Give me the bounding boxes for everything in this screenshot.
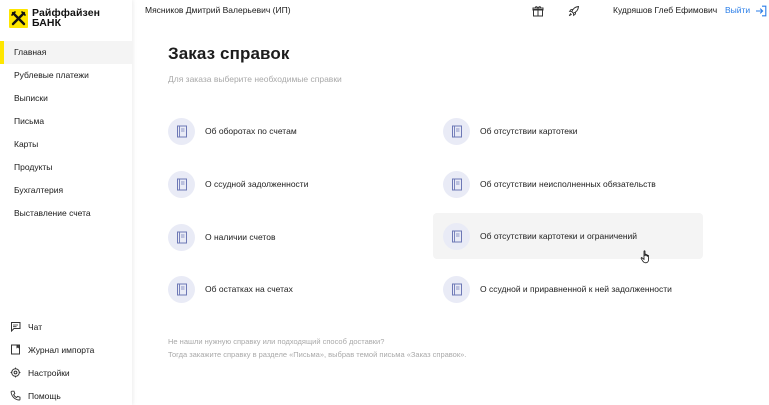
bottom-nav: Чат Журнал импорта Настройки Помощь [0, 315, 132, 405]
sidebar-item-settings[interactable]: Настройки [0, 361, 132, 384]
certificate-turnover[interactable]: Об оборотах по счетам [168, 109, 418, 153]
user-name[interactable]: Кудряшов Глеб Ефимович [613, 5, 717, 15]
document-icon [443, 117, 470, 145]
sidebar-item-statements[interactable]: Выписки [0, 87, 132, 110]
sidebar-item-import-log[interactable]: Журнал импорта [0, 338, 132, 361]
sidebar-item-ruble-payments[interactable]: Рублевые платежи [0, 64, 132, 87]
sidebar-item-help[interactable]: Помощь [0, 384, 132, 405]
sidebar-item-label: Чат [28, 321, 43, 332]
certificate-label: Об отсутствии картотеки [480, 126, 578, 136]
page-title: Заказ справок [168, 44, 290, 63]
document-icon [168, 275, 195, 303]
gift-icon[interactable] [532, 4, 544, 17]
logout-link[interactable]: Выйти [725, 5, 750, 15]
bank-name-line2: БАНК [32, 17, 62, 29]
hand-cursor-icon [640, 250, 649, 264]
logout-icon[interactable] [755, 4, 767, 17]
certificate-label: О наличии счетов [205, 232, 276, 242]
import-log-icon [9, 344, 21, 356]
sidebar-item-accounting[interactable]: Бухгалтерия [0, 179, 132, 202]
certificate-no-card-file[interactable]: Об отсутствии картотеки [443, 109, 703, 153]
main-nav: Главная Рублевые платежи Выписки Письма … [0, 41, 132, 225]
sidebar-item-label: Настройки [28, 367, 70, 378]
certificate-label: Об остатках на счетах [205, 284, 293, 294]
document-icon [443, 222, 470, 250]
sidebar-item-letters[interactable]: Письма [0, 110, 132, 133]
certificate-loan-debt[interactable]: О ссудной задолженности [168, 162, 418, 206]
bank-logo[interactable]: Райффайзен БАНК [9, 8, 100, 28]
sidebar-item-label: Журнал импорта [28, 344, 95, 355]
chat-icon [9, 321, 21, 333]
help-phone-icon [9, 390, 21, 402]
certificate-label: Об отсутствии неисполненных обязательств [480, 179, 656, 189]
settings-icon [9, 367, 21, 379]
raiffeisen-logo-icon [9, 8, 28, 28]
certificate-label: О ссудной задолженности [205, 179, 309, 189]
top-header: Мясников Дмитрий Валерьевич (ИП) Кудряшо… [132, 0, 769, 22]
document-icon [443, 275, 470, 303]
sidebar-item-home[interactable]: Главная [0, 41, 132, 64]
certificate-label: О ссудной и приравненной к ней задолженн… [480, 284, 672, 294]
certificate-account-balances[interactable]: Об остатках на счетах [168, 267, 418, 311]
document-icon [168, 223, 195, 251]
sidebar-item-label: Помощь [28, 390, 61, 401]
certificate-no-card-file-and-restrictions[interactable]: Об отсутствии картотеки и ограничений [433, 213, 703, 259]
document-icon [443, 170, 470, 198]
certificate-label: Об отсутствии картотеки и ограничений [480, 231, 638, 241]
company-selector[interactable]: Мясников Дмитрий Валерьевич (ИП) [145, 5, 291, 15]
sidebar-item-invoicing[interactable]: Выставление счета [0, 202, 132, 225]
page-subtitle: Для заказа выберите необходимые справки [168, 74, 342, 84]
sidebar-item-products[interactable]: Продукты [0, 156, 132, 179]
help-note-line1: Не нашли нужную справку или подходящий с… [168, 337, 385, 346]
certificate-accounts-existence[interactable]: О наличии счетов [168, 215, 418, 259]
certificate-label: Об оборотах по счетам [205, 126, 297, 136]
sidebar-item-cards[interactable]: Карты [0, 133, 132, 156]
sidebar-item-chat[interactable]: Чат [0, 315, 132, 338]
help-note-line2: Тогда закажите справку в разделе «Письма… [168, 350, 467, 359]
certificate-loan-and-equivalent-debt[interactable]: О ссудной и приравненной к ней задолженн… [443, 267, 733, 311]
sidebar: Райффайзен БАНК Главная Рублевые платежи… [0, 0, 132, 405]
bank-name: Райффайзен БАНК [32, 8, 100, 29]
certificate-no-outstanding-obligations[interactable]: Об отсутствии неисполненных обязательств [443, 162, 703, 206]
rocket-icon[interactable] [568, 4, 580, 17]
document-icon [168, 170, 195, 198]
document-icon [168, 117, 195, 145]
